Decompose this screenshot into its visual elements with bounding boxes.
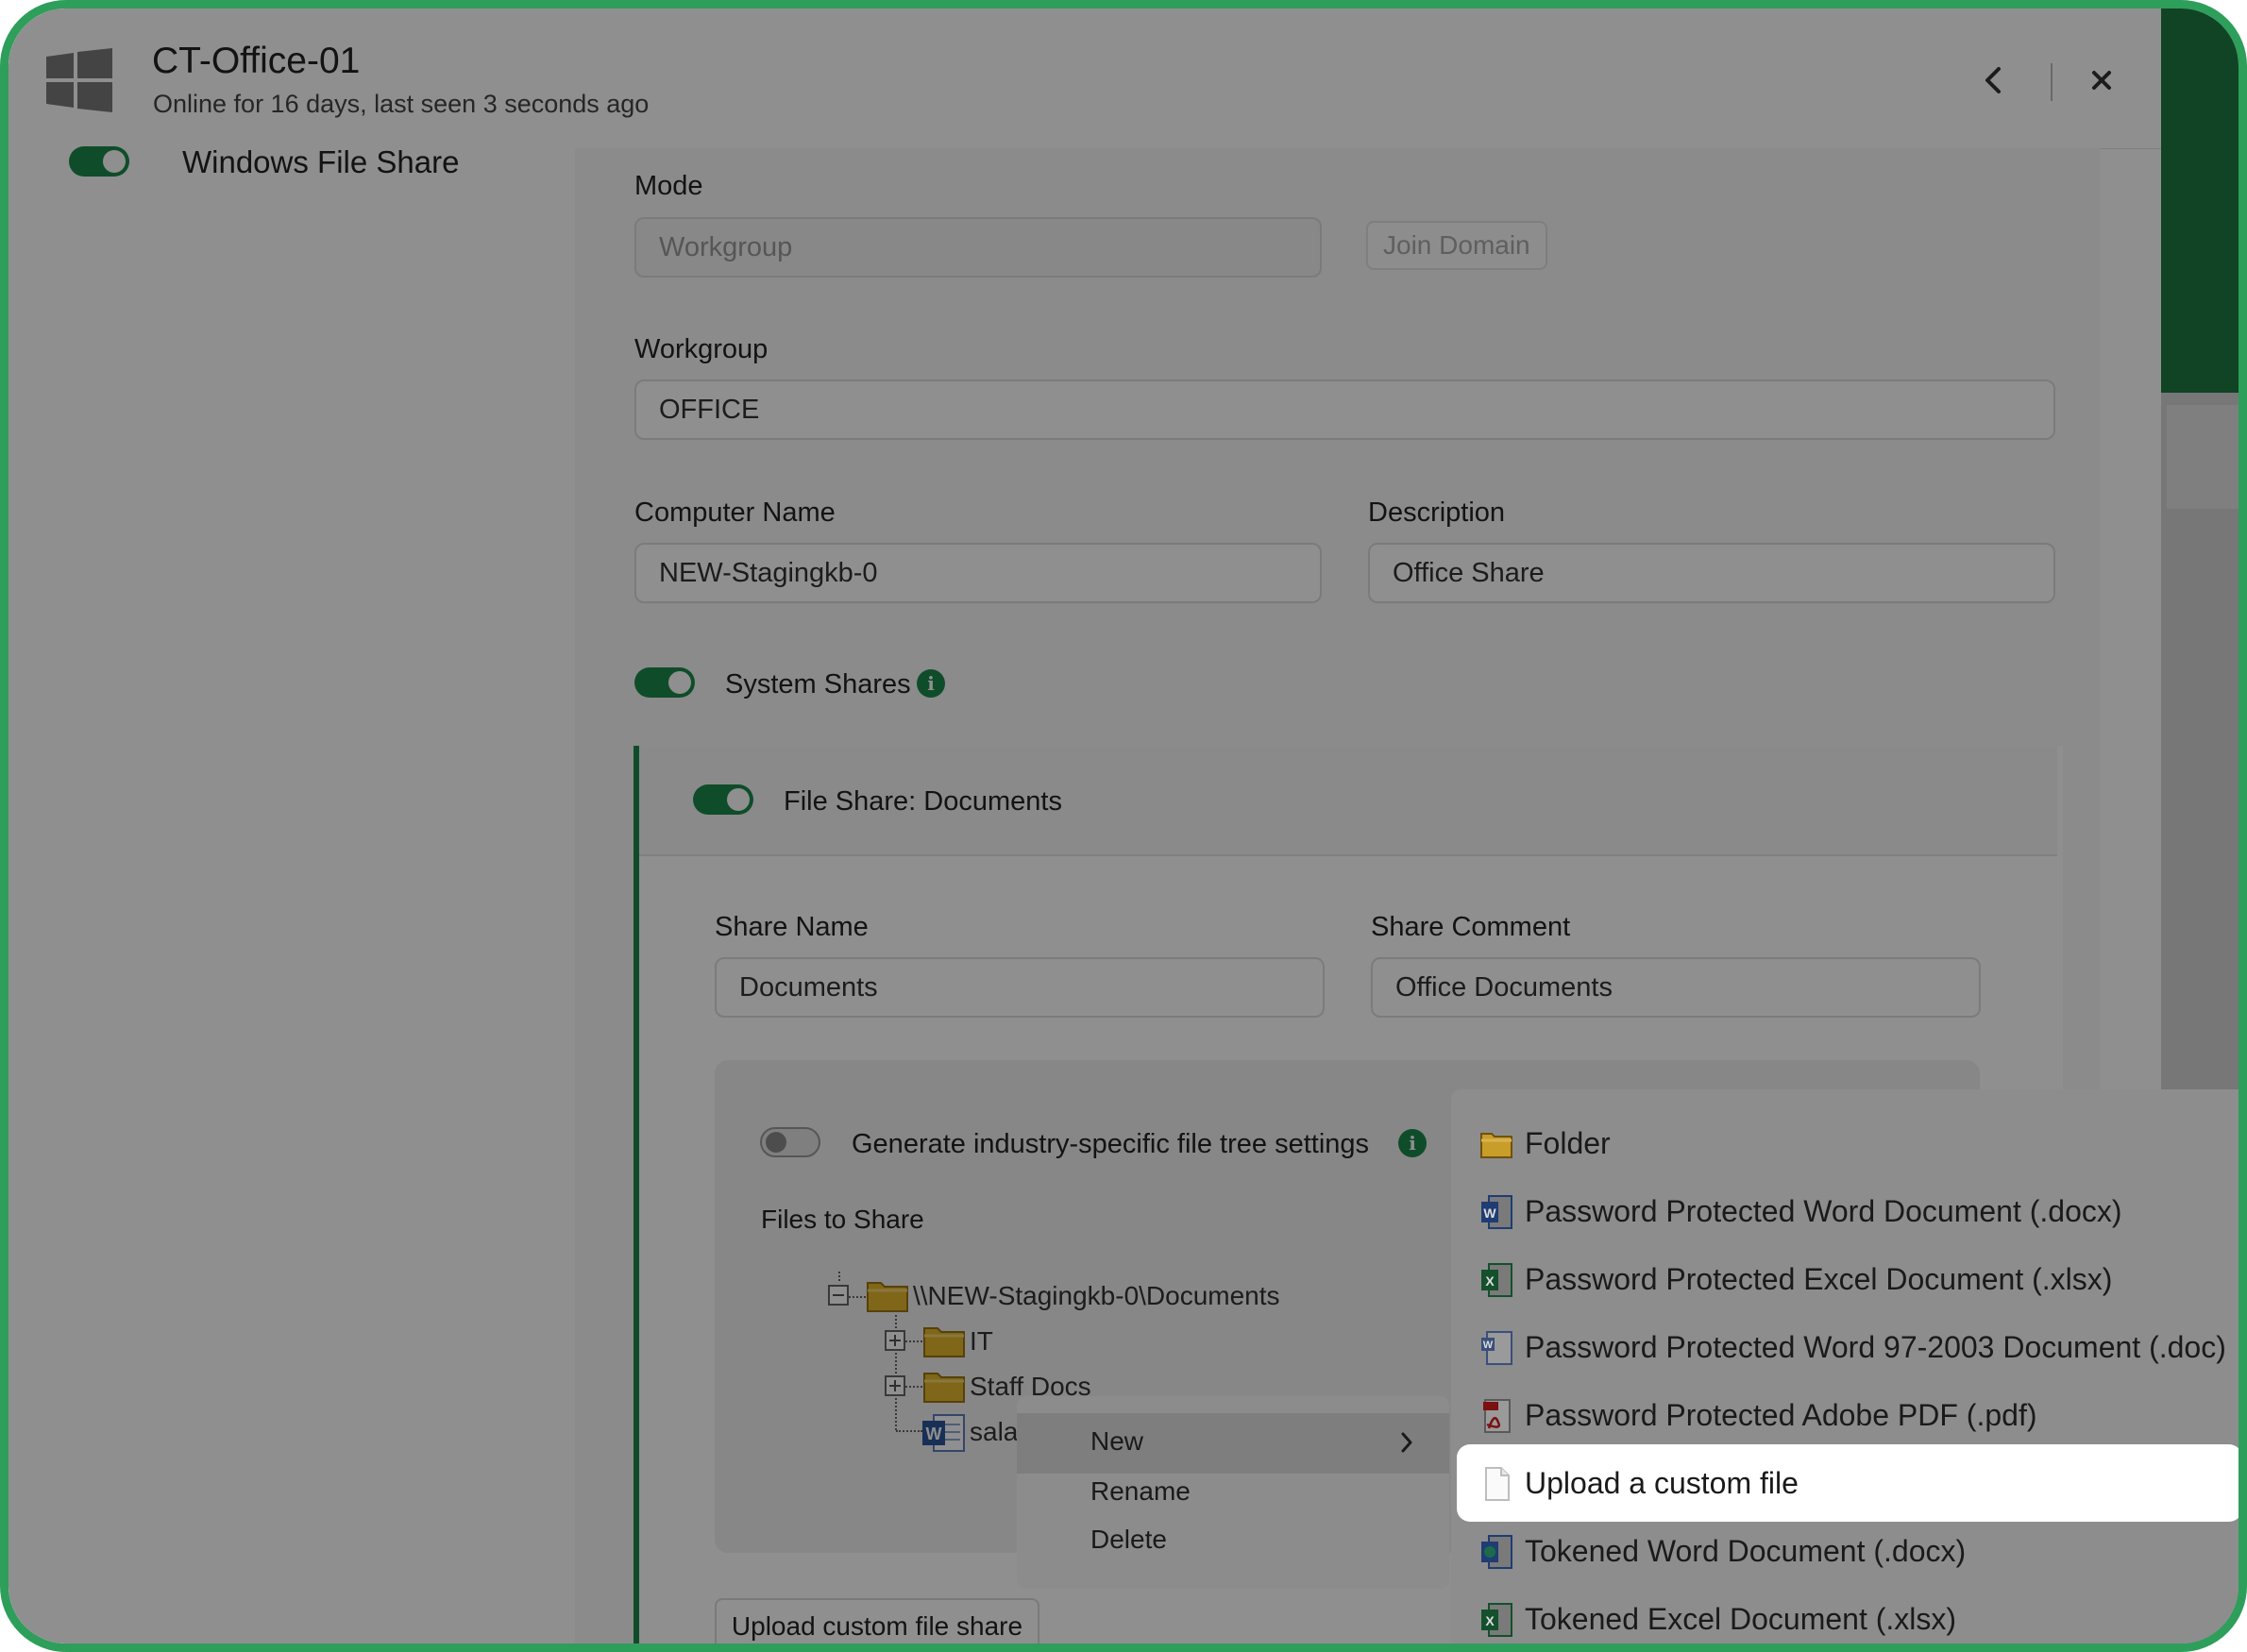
context-menu-new-row[interactable] bbox=[1017, 1413, 1449, 1474]
app: CT-Office-01 Online for 16 days, last se… bbox=[8, 8, 2239, 1644]
submenu-pp-excel-xlsx[interactable]: Password Protected Excel Document (.xlsx… bbox=[1525, 1262, 2112, 1297]
svg-text:X: X bbox=[1485, 1273, 1495, 1289]
submenu-upload-custom-file[interactable]: Upload a custom file bbox=[1525, 1466, 1799, 1501]
word-document-icon: W bbox=[1481, 1195, 1512, 1229]
submenu-pp-word-docx[interactable]: Password Protected Word Document (.docx) bbox=[1525, 1194, 2122, 1229]
submenu-folder[interactable]: Folder bbox=[1525, 1126, 1611, 1161]
tokened-word-document-icon bbox=[1481, 1535, 1512, 1569]
context-menu-rename[interactable]: Rename bbox=[1090, 1476, 1191, 1507]
svg-text:W: W bbox=[1483, 1340, 1494, 1351]
pdf-document-icon bbox=[1483, 1399, 1511, 1433]
submenu-tokened-word-docx[interactable]: Tokened Word Document (.docx) bbox=[1525, 1534, 1966, 1569]
word-97-document-icon: W bbox=[1481, 1331, 1512, 1365]
blank-file-icon bbox=[1485, 1467, 1510, 1501]
chevron-right-icon bbox=[1401, 1432, 1412, 1453]
excel-document-icon: X bbox=[1481, 1263, 1512, 1297]
context-menu-new[interactable]: New bbox=[1090, 1426, 1143, 1457]
context-menu-delete[interactable]: Delete bbox=[1090, 1525, 1167, 1555]
folder-icon bbox=[1480, 1133, 1512, 1158]
submenu-tokened-excel-xlsx[interactable]: Tokened Excel Document (.xlsx) bbox=[1525, 1602, 1956, 1637]
svg-text:W: W bbox=[1483, 1205, 1496, 1221]
submenu-pp-pdf[interactable]: Password Protected Adobe PDF (.pdf) bbox=[1525, 1398, 2036, 1433]
submenu-pp-word-doc[interactable]: Password Protected Word 97-2003 Document… bbox=[1525, 1330, 2226, 1365]
tokened-excel-document-icon: X bbox=[1481, 1603, 1512, 1637]
svg-text:X: X bbox=[1485, 1613, 1495, 1628]
window-frame: CT-Office-01 Online for 16 days, last se… bbox=[0, 0, 2247, 1652]
